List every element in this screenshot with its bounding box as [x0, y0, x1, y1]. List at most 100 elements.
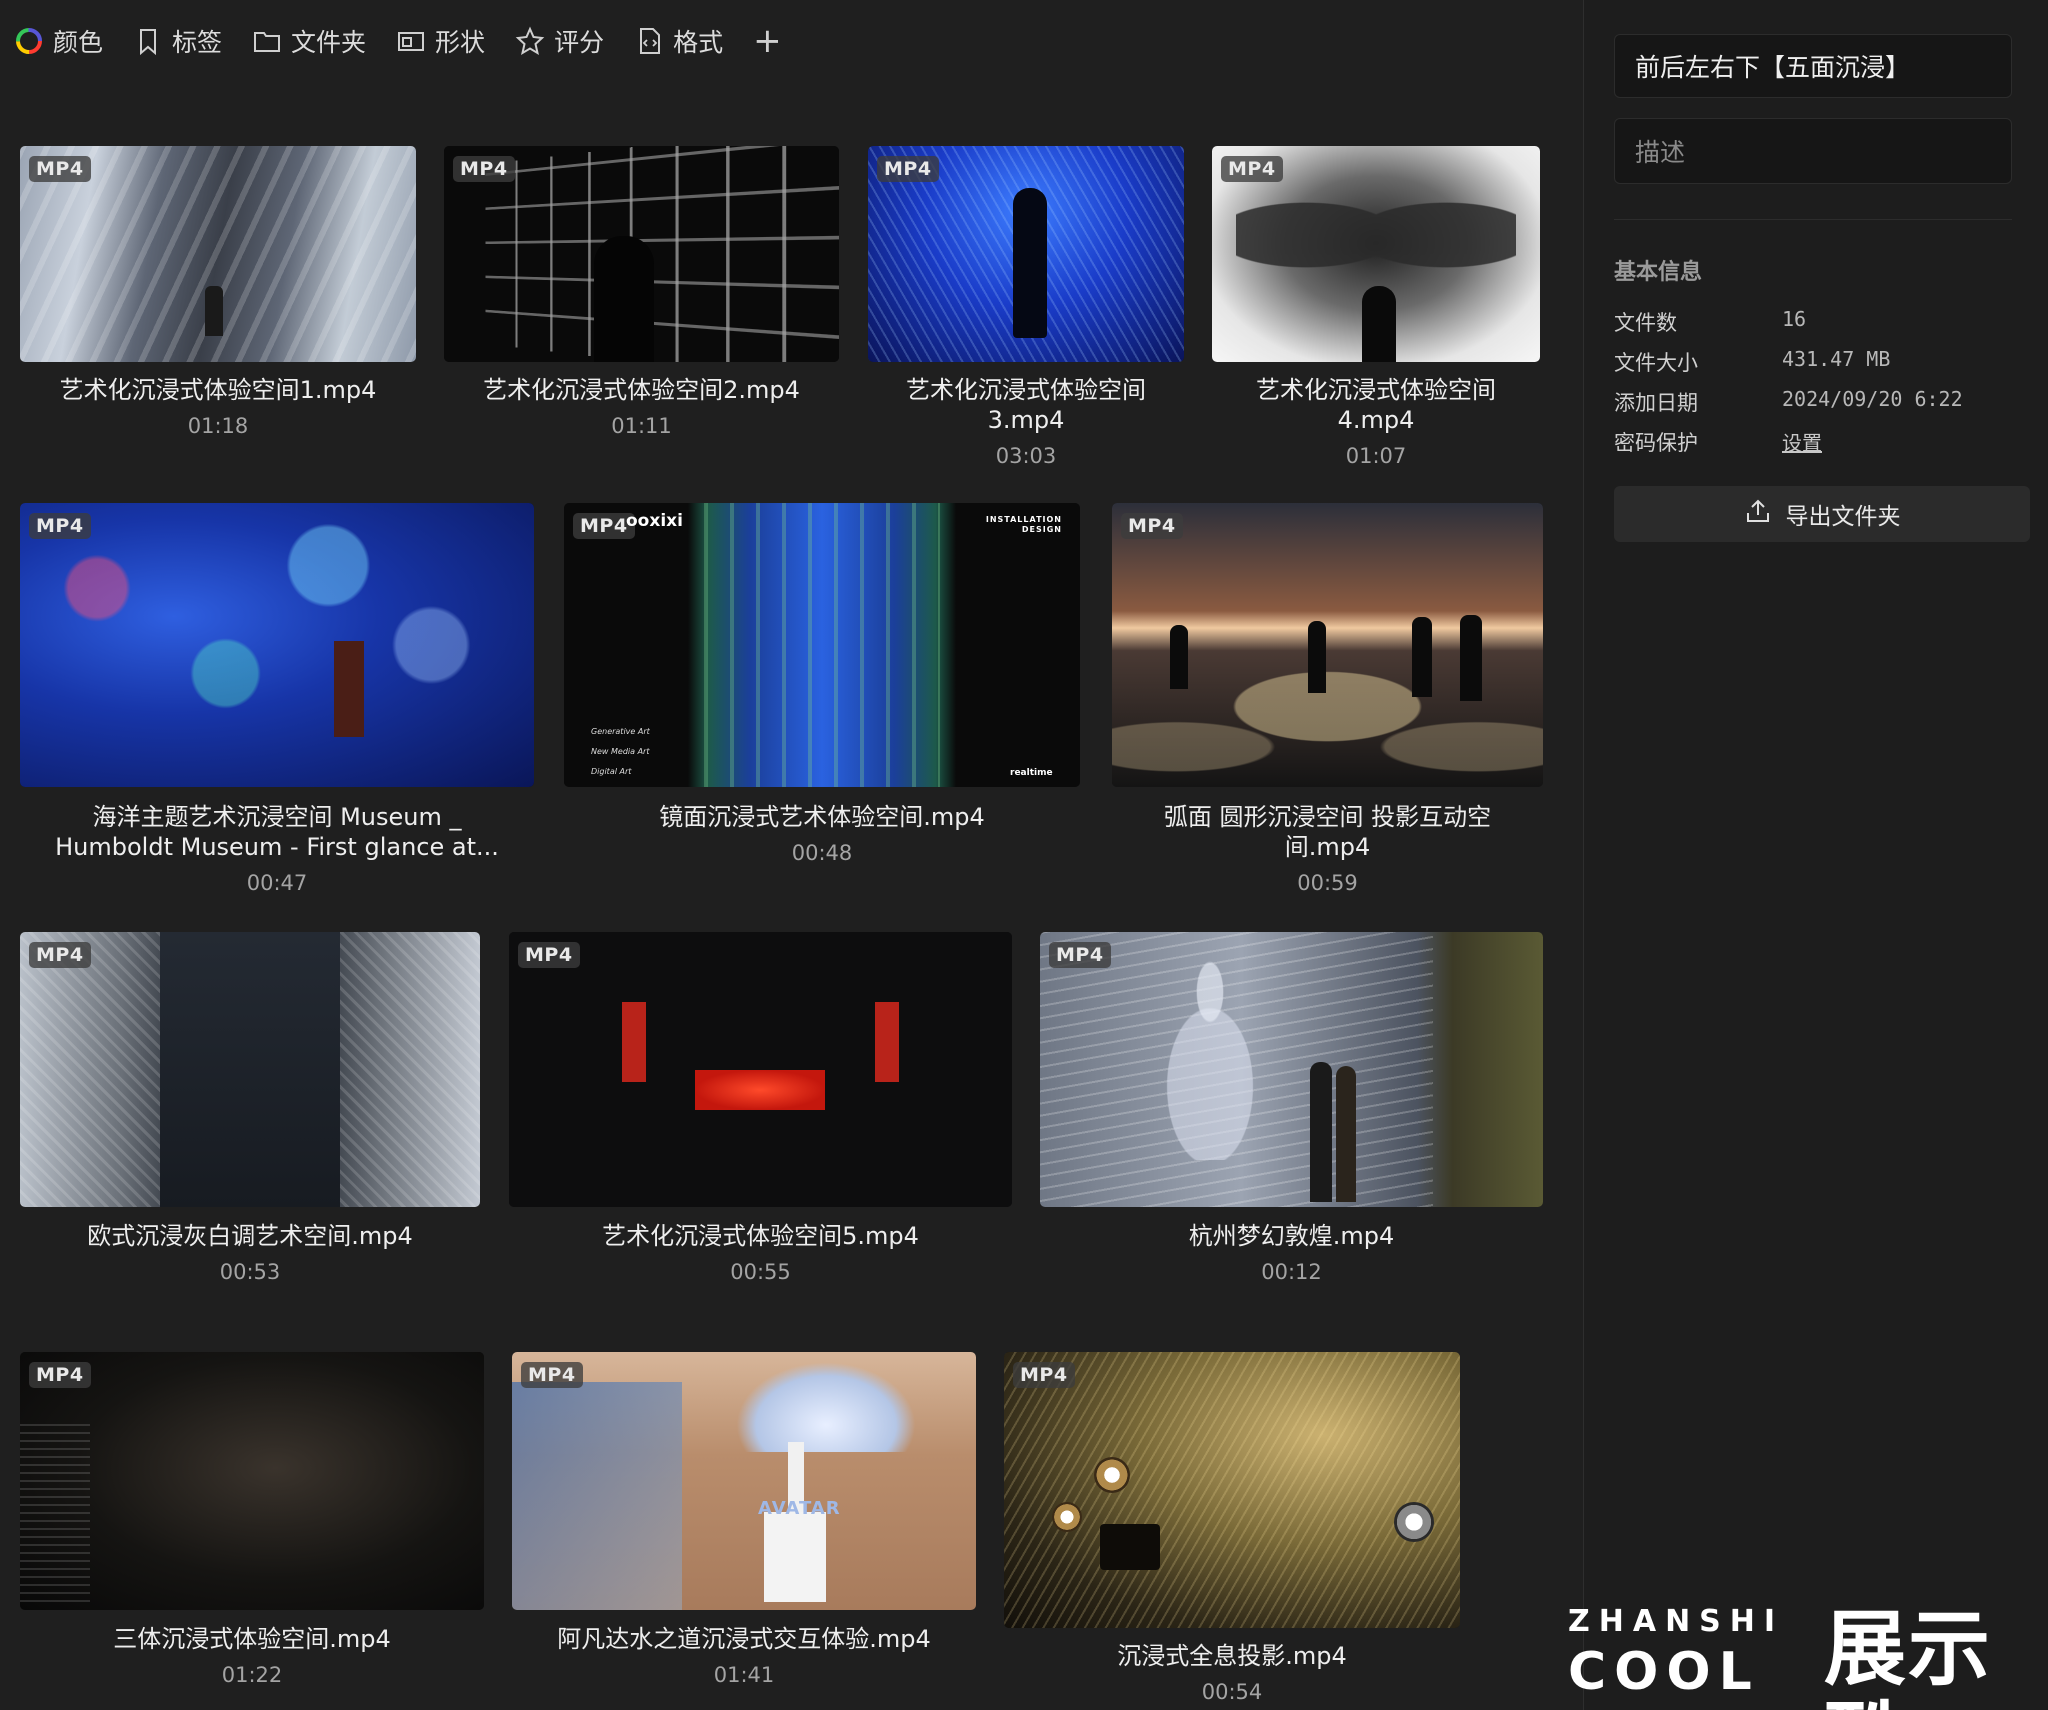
format-badge: MP4 [453, 156, 515, 182]
file-card[interactable]: MP4 艺术化沉浸式体验空间 4.mp4 01:07 [1212, 146, 1540, 476]
file-title: 欧式沉浸灰白调艺术空间.mp4 [87, 1222, 413, 1250]
file-title: 艺术化沉浸式体验空间2.mp4 [483, 376, 800, 404]
file-duration: 01:22 [221, 1663, 283, 1687]
file-duration: 03:03 [995, 444, 1057, 468]
video-thumbnail: MP4 [20, 932, 480, 1207]
export-folder-label: 导出文件夹 [1785, 504, 1901, 530]
file-duration: 00:54 [1201, 1680, 1263, 1704]
video-thumbnail: MP4 [868, 146, 1184, 362]
watermark-cn: 展示酷 [1824, 1602, 1993, 1710]
file-duration: 01:07 [1345, 444, 1407, 468]
video-thumbnail: MP4 ooxixi INSTALLATION DESIGN Generativ… [564, 503, 1080, 787]
file-card[interactable]: MP4 弧面 圆形沉浸空间 投影互动空 间.mp4 00:59 [1112, 503, 1543, 898]
video-thumbnail: MP4 [1040, 932, 1543, 1207]
format-badge: MP4 [29, 156, 91, 182]
panel-separator [1614, 219, 2012, 220]
file-title-line: 艺术化沉浸式体验空间 [1256, 376, 1496, 404]
file-title-line: 4.mp4 [1337, 406, 1415, 434]
file-title: 海洋主题艺术沉浸空间 Museum _ Humboldt Museum - Fi… [20, 802, 534, 862]
file-gallery: MP4 艺术化沉浸式体验空间1.mp4 01:18 MP4 艺术化沉浸式体验空间… [0, 0, 1583, 1710]
file-title-line: 艺术化沉浸式体验空间 [906, 376, 1146, 404]
file-title: 三体沉浸式体验空间.mp4 [113, 1625, 391, 1653]
format-badge: MP4 [1121, 513, 1183, 539]
file-duration: 00:12 [1261, 1260, 1322, 1284]
info-row-date-added: 添加日期 2024/09/20 6:22 [1614, 387, 2012, 417]
file-title: 艺术化沉浸式体验空间5.mp4 [602, 1222, 919, 1250]
file-duration: 00:48 [791, 841, 853, 865]
video-thumbnail: MP4 [20, 146, 416, 362]
file-card[interactable]: MP4 艺术化沉浸式体验空间5.mp4 00:55 [509, 932, 1012, 1292]
file-title: 艺术化沉浸式体验空间1.mp4 [59, 376, 377, 404]
file-title: 艺术化沉浸式体验空间 3.mp4 [868, 375, 1184, 435]
format-badge: MP4 [29, 1362, 91, 1388]
file-card[interactable]: MP4 沉浸式全息投影.mp4 00:54 [1004, 1352, 1460, 1710]
file-card[interactable]: MP4 欧式沉浸灰白调艺术空间.mp4 00:53 [20, 932, 480, 1292]
overlay-brand-text: ooxixi [626, 511, 683, 531]
overlay-list-item: New Media Art [591, 747, 650, 756]
file-title: 镜面沉浸式艺术体验空间.mp4 [659, 803, 985, 831]
file-title-line: 弧面 圆形沉浸空间 投影互动空 [1163, 803, 1492, 831]
file-title: 弧面 圆形沉浸空间 投影互动空 间.mp4 [1112, 802, 1543, 862]
video-thumbnail: MP4 [20, 503, 534, 787]
file-duration: 01:41 [713, 1663, 775, 1687]
file-title: 阿凡达水之道沉浸式交互体验.mp4 [557, 1625, 931, 1653]
info-row-password: 密码保护 设置 [1614, 427, 2012, 457]
info-panel: 前后左右下【五面沉浸】 描述 基本信息 文件数 16 文件大小 431.47 M… [1584, 0, 2048, 1710]
format-badge: MP4 [29, 513, 91, 539]
file-card[interactable]: MP4 杭州梦幻敦煌.mp4 00:12 [1040, 932, 1543, 1292]
watermark-cool: COOL [1568, 1642, 1760, 1702]
info-row-file-count: 文件数 16 [1614, 307, 2012, 337]
password-setup-link[interactable]: 设置 [1782, 427, 1822, 456]
file-duration: 00:53 [219, 1260, 281, 1284]
video-thumbnail: MP4 [20, 1352, 484, 1610]
file-title: 沉浸式全息投影.mp4 [1117, 1642, 1347, 1670]
info-key: 密码保护 [1614, 431, 1698, 455]
video-thumbnail: MP4 [509, 932, 1012, 1207]
upload-icon [1744, 497, 1772, 531]
format-badge: MP4 [1049, 942, 1111, 968]
file-title: 艺术化沉浸式体验空间 4.mp4 [1212, 375, 1540, 435]
overlay-list-item: Generative Art [591, 727, 650, 736]
info-key: 添加日期 [1614, 391, 1698, 415]
format-badge: MP4 [518, 942, 580, 968]
file-card[interactable]: MP4 艺术化沉浸式体验空间2.mp4 01:11 [444, 146, 839, 476]
file-duration: 01:11 [611, 414, 672, 438]
file-title-line: 海洋主题艺术沉浸空间 Museum _ [92, 803, 462, 831]
video-thumbnail: MP4 [1004, 1352, 1460, 1628]
video-thumbnail: MP4 [1212, 146, 1540, 362]
file-title-line: 3.mp4 [987, 406, 1065, 434]
file-duration: 01:18 [187, 414, 249, 438]
file-title-line: 间.mp4 [1284, 833, 1371, 861]
format-badge: MP4 [877, 156, 939, 182]
file-card[interactable]: MP4 三体沉浸式体验空间.mp4 01:22 [20, 1352, 484, 1697]
export-folder-button[interactable]: 导出文件夹 [1614, 486, 2030, 542]
format-badge: MP4 [1221, 156, 1283, 182]
file-card[interactable]: MP4 AVATAR 阿凡达水之道沉浸式交互体验.mp4 01:41 [512, 1352, 976, 1697]
file-duration: 00:59 [1297, 871, 1358, 895]
file-card[interactable]: MP4 ooxixi INSTALLATION DESIGN Generativ… [564, 503, 1080, 898]
info-key: 文件数 [1614, 311, 1677, 335]
file-duration: 00:55 [730, 1260, 791, 1284]
info-value: 16 [1782, 307, 1807, 331]
info-row-file-size: 文件大小 431.47 MB [1614, 347, 2012, 377]
format-badge: MP4 [521, 1362, 583, 1388]
file-title-line: Humboldt Museum - First glance at... [55, 833, 499, 861]
overlay-tag-text: INSTALLATION DESIGN [985, 515, 1062, 534]
section-title-basic-info: 基本信息 [1614, 260, 1703, 285]
format-badge: MP4 [29, 942, 91, 968]
info-value: 431.47 MB [1782, 347, 1891, 371]
info-value: 2024/09/20 6:22 [1782, 387, 1963, 411]
folder-name-field[interactable]: 前后左右下【五面沉浸】 [1614, 34, 2012, 98]
file-duration: 00:47 [246, 871, 308, 895]
file-card[interactable]: MP4 艺术化沉浸式体验空间1.mp4 01:18 [20, 146, 416, 476]
overlay-list-item: Digital Art [591, 767, 632, 776]
video-thumbnail: MP4 AVATAR [512, 1352, 976, 1610]
video-thumbnail: MP4 [444, 146, 839, 362]
overlay-foot-text: realtime [1010, 768, 1053, 778]
file-card[interactable]: MP4 艺术化沉浸式体验空间 3.mp4 03:03 [868, 146, 1184, 476]
watermark-logo: ZHANSHI COOL 展示酷 [1568, 1604, 2038, 1710]
description-field[interactable]: 描述 [1614, 118, 2012, 184]
file-card[interactable]: MP4 海洋主题艺术沉浸空间 Museum _ Humboldt Museum … [20, 503, 534, 898]
info-key: 文件大小 [1614, 351, 1698, 375]
watermark-en: ZHANSHI [1568, 1604, 1785, 1639]
